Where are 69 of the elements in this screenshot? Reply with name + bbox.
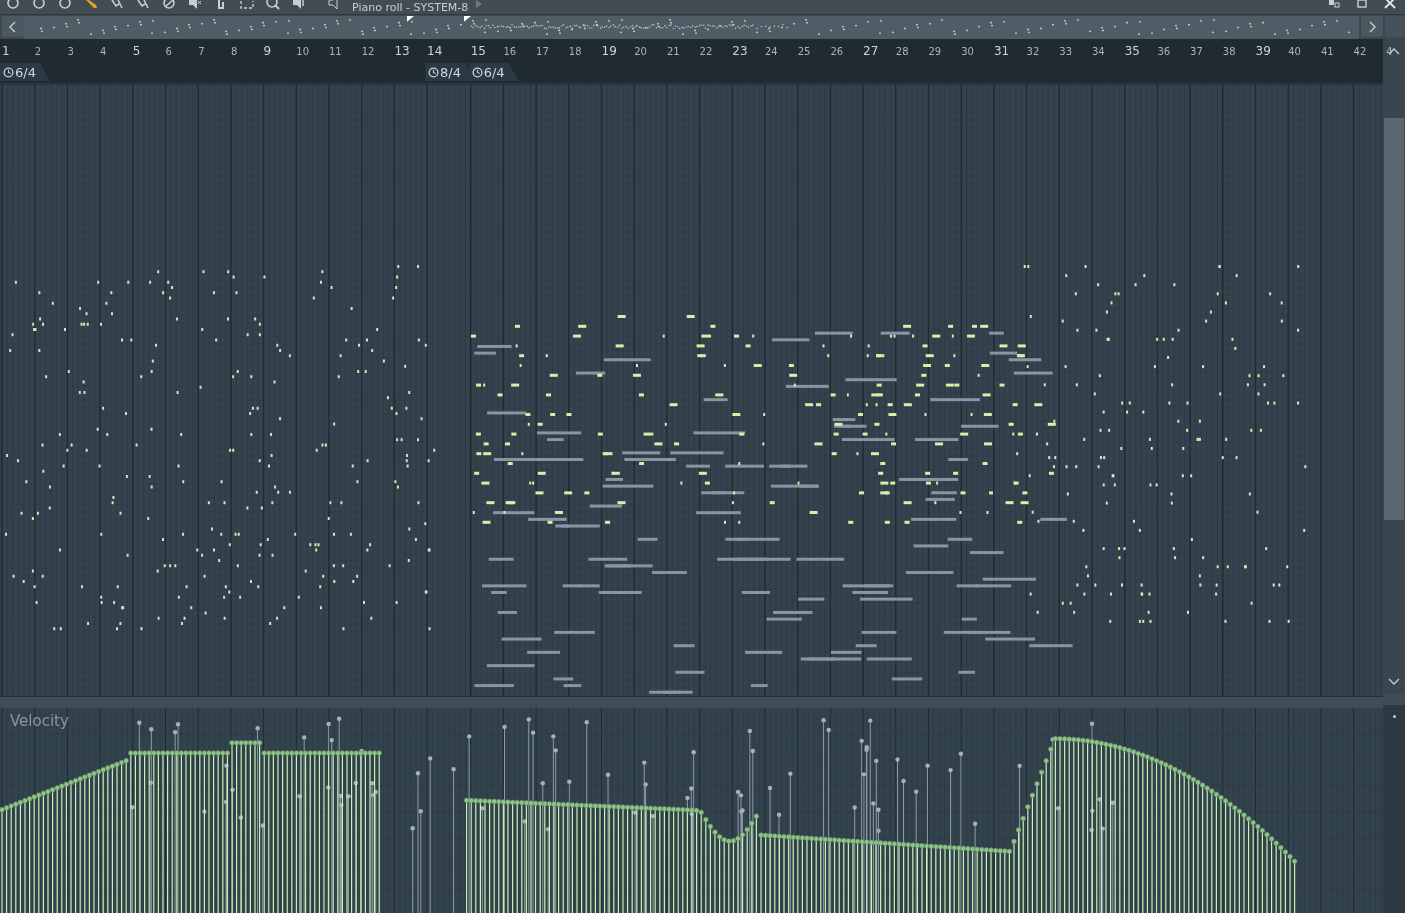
bar-number: 7 (198, 46, 205, 57)
clock-icon (3, 66, 14, 78)
bar-number: 12 (361, 46, 375, 57)
bar-number: 9 (263, 44, 272, 58)
bar-number: 32 (1026, 46, 1040, 57)
bar-number: 40 (1288, 46, 1301, 57)
bar-number: 35 (1124, 44, 1140, 58)
bar-number: 16 (503, 46, 517, 57)
tool-icon[interactable] (30, 0, 48, 10)
bar-number: 5 (132, 44, 141, 58)
bar-number: 11 (329, 46, 342, 57)
bar-number: 2 (34, 46, 42, 57)
bar-number: 20 (634, 46, 647, 57)
zoom-icon[interactable] (264, 0, 282, 10)
delete-icon[interactable] (160, 0, 178, 10)
time-signature-marker[interactable]: 6/4 (0, 63, 50, 81)
clock-icon (471, 66, 483, 78)
bar-number: 24 (765, 46, 778, 57)
bar-number: 33 (1059, 46, 1073, 57)
bar-number: 30 (961, 46, 974, 57)
bar-number: 4 (1386, 46, 1393, 57)
chevron-right-icon (1368, 20, 1376, 33)
brush-icon[interactable] (108, 0, 126, 10)
notes-drawing[interactable] (5, 265, 1307, 694)
bar-number: 8 (230, 46, 238, 57)
bar-number: 21 (666, 46, 680, 57)
clock-icon (428, 66, 440, 78)
bar-number: 18 (568, 46, 582, 57)
bar-number: 22 (699, 46, 713, 57)
tool-icon[interactable] (56, 0, 74, 10)
bar-number: 3 (67, 46, 74, 57)
scroll-down-icon[interactable] (1388, 678, 1400, 686)
bar-number: 14 (427, 44, 443, 58)
bar-number: 42 (1353, 46, 1367, 57)
bar-number: 25 (797, 46, 811, 57)
window-title: Piano roll - SYSTEM-8 (352, 1, 469, 14)
bar-number: 38 (1222, 46, 1236, 57)
select-icon[interactable] (238, 0, 256, 10)
mute-icon[interactable] (186, 0, 204, 10)
scrollbar-thumb[interactable] (1384, 118, 1404, 520)
bar-number: 31 (993, 44, 1010, 58)
bar-number: 17 (536, 46, 549, 57)
bar-number: 15 (470, 44, 486, 58)
tool-icon[interactable] (4, 0, 22, 10)
bar-number: 37 (1190, 46, 1203, 57)
chevron-left-icon (9, 20, 17, 33)
bar-number: 6 (165, 46, 172, 57)
scroll-up-icon[interactable] (1388, 47, 1400, 55)
bar-number: 10 (296, 46, 310, 57)
vertical-scrollbar[interactable] (1383, 39, 1405, 694)
bar-number: 13 (394, 44, 410, 58)
bar-number: 29 (928, 46, 942, 57)
bar-number: 19 (601, 44, 617, 58)
time-signature-marker[interactable]: 6/4 (468, 63, 519, 81)
scroll-left-button[interactable] (2, 16, 24, 37)
bar-number: 26 (830, 46, 844, 57)
bar-number: 28 (895, 46, 909, 57)
bar-number: 36 (1157, 46, 1171, 57)
handle-icon[interactable] (1392, 715, 1396, 718)
bar-number: 41 (1320, 46, 1334, 57)
bar-number: 34 (1092, 46, 1105, 57)
bar-number: 4 (100, 46, 107, 57)
scroll-right-button[interactable] (1361, 16, 1383, 37)
event-editor-label: Velocity (10, 712, 69, 730)
bar-number: 27 (863, 44, 879, 58)
bar-number: 1 (2, 44, 10, 58)
brush-icon[interactable] (134, 0, 152, 10)
bar-number: 39 (1255, 44, 1271, 58)
bar-number: 23 (732, 44, 748, 58)
